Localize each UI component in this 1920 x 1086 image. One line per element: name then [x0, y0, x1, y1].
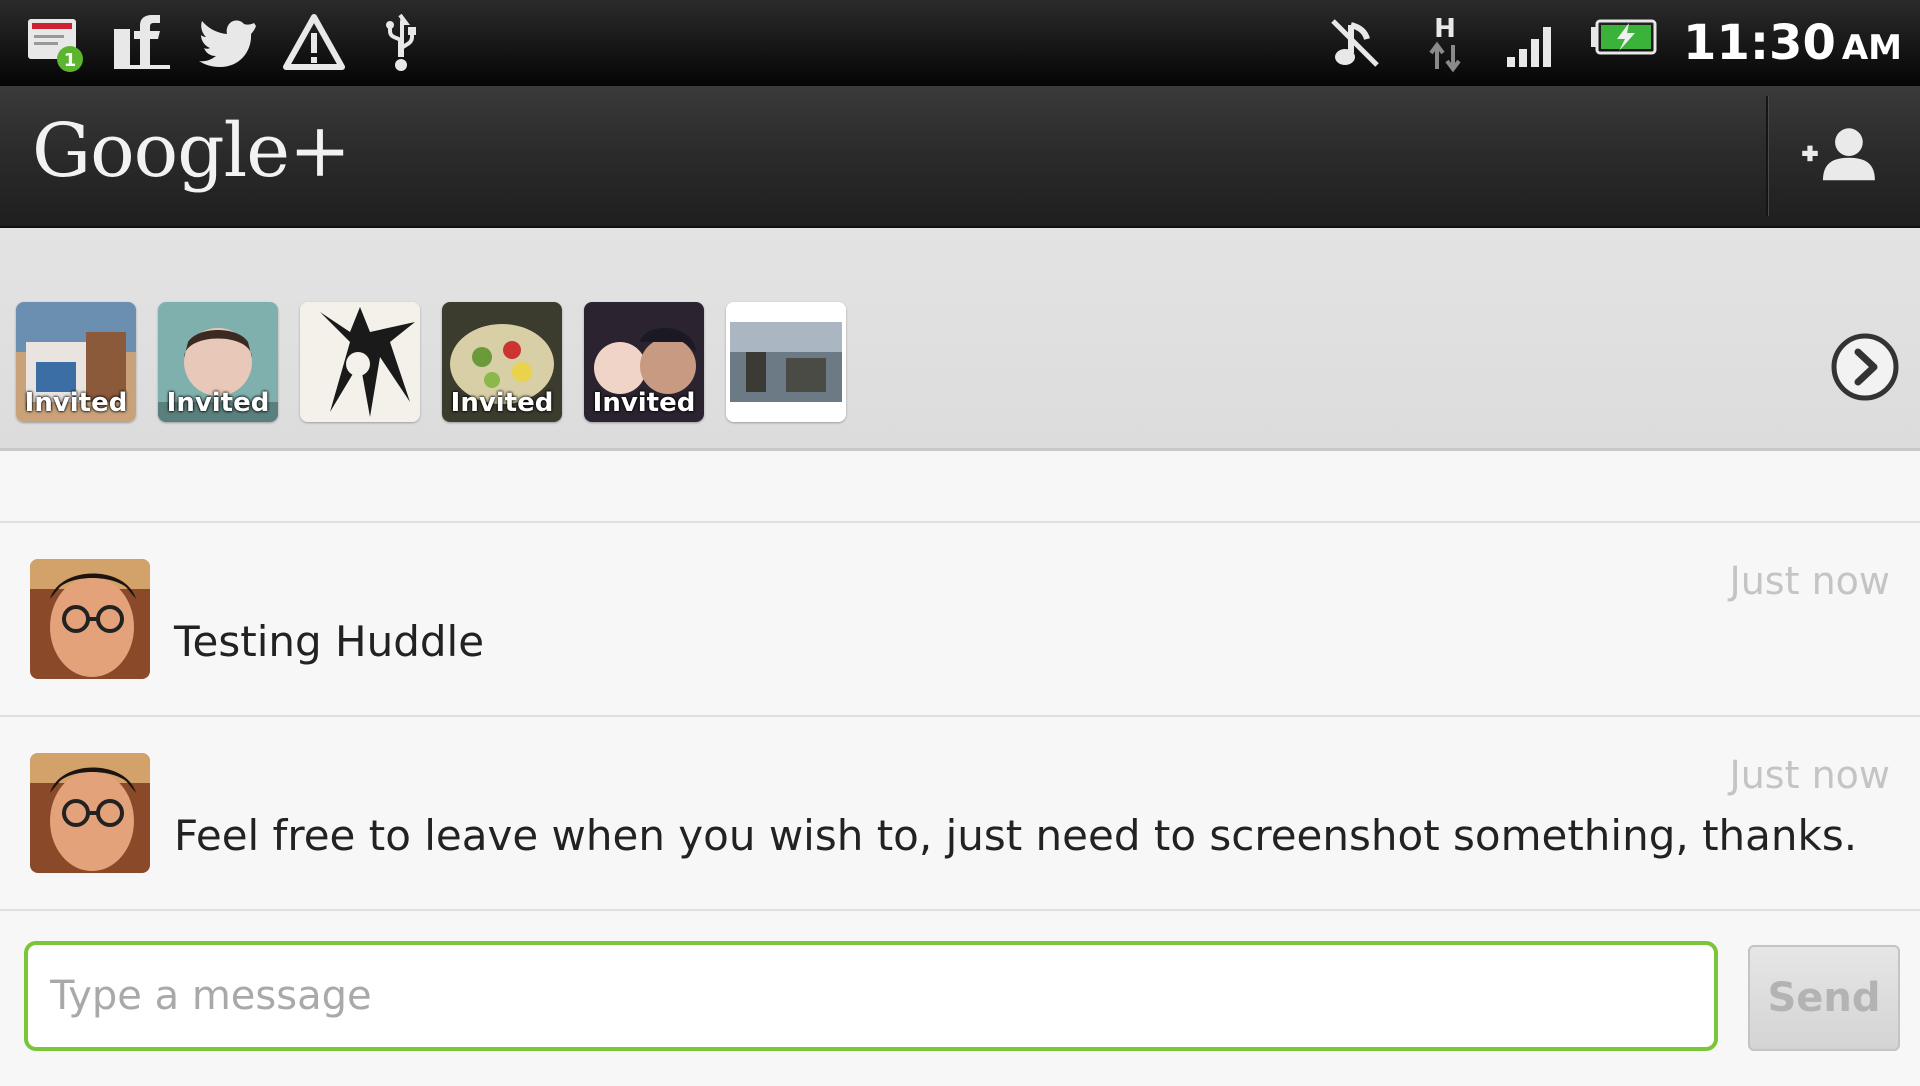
- twitter-icon: [196, 11, 260, 75]
- sender-photo: [30, 559, 150, 679]
- message-input[interactable]: [24, 941, 1718, 1051]
- conversation-top-spacer: [0, 451, 1920, 523]
- clock-ampm: AM: [1841, 28, 1902, 68]
- invited-label: Invited: [450, 388, 554, 418]
- sender-avatar[interactable]: [30, 559, 150, 679]
- message-text: Testing Huddle: [174, 617, 485, 666]
- participant-avatar[interactable]: Invited: [158, 302, 278, 422]
- warning-icon: [282, 11, 346, 75]
- message-text: Feel free to leave when you wish to, jus…: [174, 811, 1858, 860]
- facebook-icon: [110, 11, 174, 75]
- status-bar: 1 H 11:30 AM: [0, 0, 1920, 86]
- sender-photo: [30, 753, 150, 873]
- data-h-icon: H: [1413, 11, 1477, 75]
- participant-avatar[interactable]: Invited: [584, 302, 704, 422]
- invited-label: Invited: [166, 388, 270, 418]
- message-composer: Send: [0, 921, 1920, 1086]
- status-bar-left: 1: [0, 0, 432, 86]
- status-clock: 11:30 AM: [1683, 15, 1902, 71]
- notification-badge: 1: [64, 50, 77, 71]
- app-bar-divider: [1766, 96, 1768, 216]
- participants-strip: Invited Invited Invited Invited: [0, 228, 1920, 451]
- add-person-icon: [1802, 128, 1875, 181]
- participant-avatar[interactable]: [300, 302, 420, 422]
- send-button[interactable]: Send: [1748, 945, 1900, 1051]
- app-title: Google+: [32, 108, 351, 194]
- message-item: Just now Feel free to leave when you wis…: [0, 717, 1920, 911]
- signal-icon: [1501, 11, 1565, 75]
- participant-photo: [726, 302, 846, 422]
- network-type-label: H: [1434, 14, 1456, 44]
- message-timestamp: Just now: [1729, 559, 1890, 603]
- app-bar: Google+: [0, 86, 1920, 228]
- battery-icon: [1589, 11, 1659, 75]
- message-timestamp: Just now: [1729, 753, 1890, 797]
- participant-avatar[interactable]: Invited: [16, 302, 136, 422]
- participant-avatar[interactable]: Invited: [442, 302, 562, 422]
- status-bar-right: H 11:30 AM: [1325, 0, 1920, 86]
- add-person-button[interactable]: [1790, 104, 1894, 208]
- participant-avatars: Invited Invited Invited Invited: [16, 302, 846, 422]
- usb-icon: [368, 11, 432, 75]
- invited-label: Invited: [24, 388, 128, 418]
- message-item: Just now Testing Huddle: [0, 523, 1920, 717]
- participant-avatar[interactable]: [726, 302, 846, 422]
- notification-icon: 1: [24, 11, 88, 75]
- music-muted-icon: [1325, 11, 1389, 75]
- clock-time: 11:30: [1683, 15, 1836, 71]
- invited-label: Invited: [592, 388, 696, 418]
- sender-avatar[interactable]: [30, 753, 150, 873]
- chevron-right-circle-icon: [1831, 333, 1899, 401]
- participant-photo: [300, 302, 420, 422]
- next-participants-button[interactable]: [1830, 332, 1900, 402]
